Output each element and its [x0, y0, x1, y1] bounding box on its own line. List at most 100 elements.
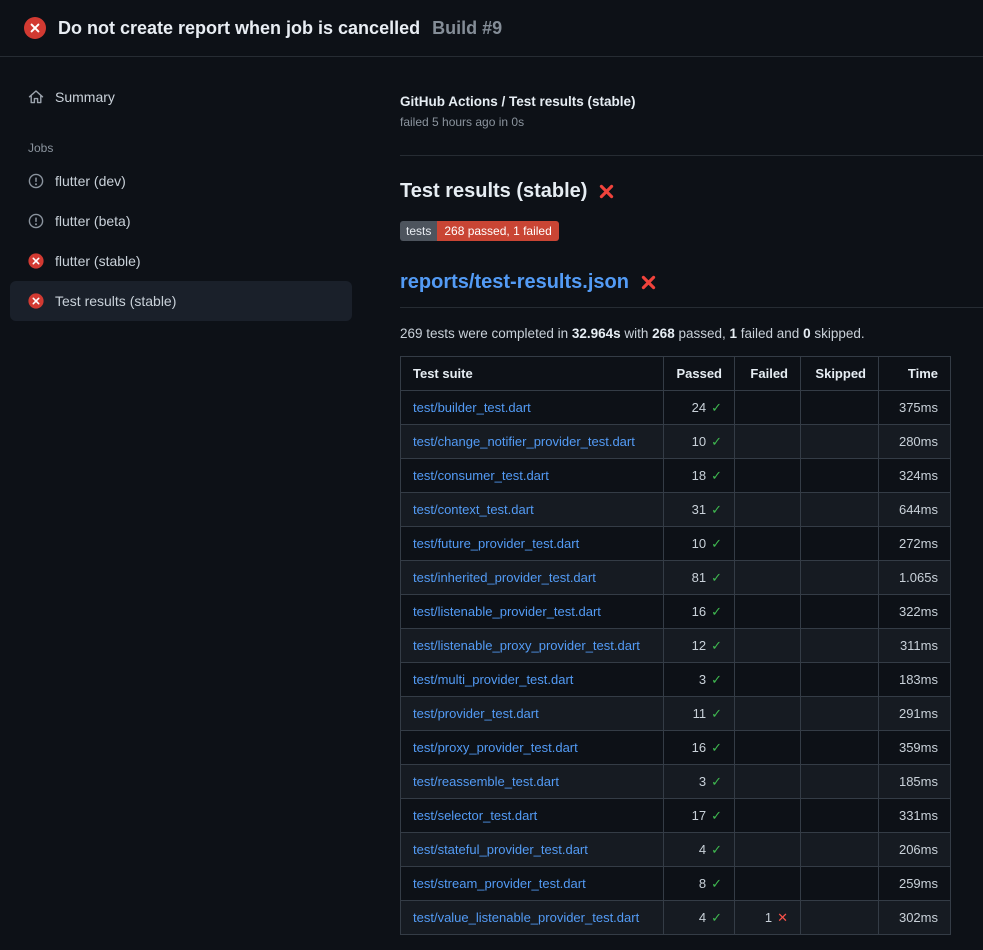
passed-count: 16 [692, 604, 706, 619]
col-header-passed: Passed [664, 357, 735, 391]
test-suite-link[interactable]: test/future_provider_test.dart [413, 536, 579, 551]
col-header-time: Time [879, 357, 951, 391]
test-suite-link[interactable]: test/stream_provider_test.dart [413, 876, 586, 891]
main-content: GitHub Actions / Test results (stable) f… [362, 57, 983, 935]
test-suite-link[interactable]: test/stateful_provider_test.dart [413, 842, 588, 857]
sidebar-job-item[interactable]: flutter (dev) [10, 161, 352, 201]
table-row: test/proxy_provider_test.dart 16✓ ✕ 359m… [401, 731, 951, 765]
sidebar-job-item[interactable]: Test results (stable) [10, 281, 352, 321]
summary-text: failed and [737, 326, 803, 341]
summary-skipped-count: 0 [803, 326, 811, 341]
passed-count: 31 [692, 502, 706, 517]
check-icon: ✓ [711, 468, 722, 483]
table-row: test/multi_provider_test.dart 3✓ ✕ 183ms [401, 663, 951, 697]
table-header-row: Test suite Passed Failed Skipped Time [401, 357, 951, 391]
time-value: 324ms [879, 459, 951, 493]
check-icon: ✓ [711, 740, 722, 755]
time-value: 331ms [879, 799, 951, 833]
test-suite-link[interactable]: test/reassemble_test.dart [413, 774, 559, 789]
sidebar-job-label: flutter (beta) [55, 211, 130, 231]
sidebar: Summary Jobs flutter (dev) [0, 57, 362, 321]
time-value: 322ms [879, 595, 951, 629]
time-value: 644ms [879, 493, 951, 527]
alert-circle-icon [28, 213, 44, 229]
check-icon: ✓ [711, 706, 722, 721]
test-suite-link[interactable]: test/selector_test.dart [413, 808, 537, 823]
test-suite-link[interactable]: test/value_listenable_provider_test.dart [413, 910, 639, 925]
check-icon: ✓ [711, 400, 722, 415]
check-icon: ✓ [711, 876, 722, 891]
time-value: 185ms [879, 765, 951, 799]
divider [400, 155, 983, 156]
breadcrumb: GitHub Actions / Test results (stable) [400, 94, 951, 109]
failed-count: 1 [765, 910, 772, 925]
badge-value: 268 passed, 1 failed [437, 221, 558, 241]
test-suite-link[interactable]: test/listenable_proxy_provider_test.dart [413, 638, 640, 653]
build-number: Build #9 [432, 18, 502, 39]
time-value: 280ms [879, 425, 951, 459]
check-icon: ✓ [711, 638, 722, 653]
results-table-body: test/builder_test.dart 24✓ ✕ 375ms test/… [401, 391, 951, 935]
passed-count: 81 [692, 570, 706, 585]
time-value: 311ms [879, 629, 951, 663]
summary-text: skipped. [811, 326, 865, 341]
test-suite-link[interactable]: test/builder_test.dart [413, 400, 531, 415]
table-row: test/value_listenable_provider_test.dart… [401, 901, 951, 935]
test-suite-link[interactable]: test/listenable_provider_test.dart [413, 604, 601, 619]
test-suite-link[interactable]: test/context_test.dart [413, 502, 534, 517]
table-row: test/context_test.dart 31✓ ✕ 644ms [401, 493, 951, 527]
test-suite-link[interactable]: test/provider_test.dart [413, 706, 539, 721]
tests-status-badge: tests 268 passed, 1 failed [400, 221, 559, 241]
table-row: test/stateful_provider_test.dart 4✓ ✕ 20… [401, 833, 951, 867]
time-value: 359ms [879, 731, 951, 765]
passed-count: 10 [692, 434, 706, 449]
sidebar-job-label: Test results (stable) [55, 291, 176, 311]
check-icon: ✓ [711, 434, 722, 449]
passed-count: 4 [699, 842, 706, 857]
sidebar-item-summary[interactable]: Summary [10, 77, 352, 117]
sidebar-job-label: flutter (dev) [55, 171, 126, 191]
time-value: 259ms [879, 867, 951, 901]
sidebar-job-item[interactable]: flutter (stable) [10, 241, 352, 281]
test-suite-link[interactable]: test/inherited_provider_test.dart [413, 570, 596, 585]
failed-x-icon [640, 274, 657, 291]
test-suite-link[interactable]: test/change_notifier_provider_test.dart [413, 434, 635, 449]
summary-text: with [621, 326, 653, 341]
test-suite-link[interactable]: test/multi_provider_test.dart [413, 672, 573, 687]
x-icon: ✕ [777, 910, 788, 925]
col-header-test-suite: Test suite [401, 357, 664, 391]
table-row: test/inherited_provider_test.dart 81✓ ✕ … [401, 561, 951, 595]
check-icon: ✓ [711, 672, 722, 687]
time-value: 272ms [879, 527, 951, 561]
time-value: 1.065s [879, 561, 951, 595]
passed-count: 12 [692, 638, 706, 653]
summary-failed-count: 1 [730, 326, 738, 341]
table-row: test/provider_test.dart 11✓ ✕ 291ms [401, 697, 951, 731]
table-row: test/reassemble_test.dart 3✓ ✕ 185ms [401, 765, 951, 799]
table-row: test/builder_test.dart 24✓ ✕ 375ms [401, 391, 951, 425]
test-suite-link[interactable]: test/consumer_test.dart [413, 468, 549, 483]
passed-count: 16 [692, 740, 706, 755]
summary-text: 269 tests were completed in [400, 326, 572, 341]
test-suite-link[interactable]: test/proxy_provider_test.dart [413, 740, 578, 755]
passed-count: 8 [699, 876, 706, 891]
home-icon [28, 89, 44, 105]
sidebar-job-item[interactable]: flutter (beta) [10, 201, 352, 241]
check-icon: ✓ [711, 842, 722, 857]
check-icon: ✓ [711, 604, 722, 619]
summary-duration: 32.964s [572, 326, 621, 341]
report-file-link[interactable]: reports/test-results.json [400, 271, 629, 294]
summary-passed-count: 268 [652, 326, 675, 341]
check-icon: ✓ [711, 774, 722, 789]
table-row: test/stream_provider_test.dart 8✓ ✕ 259m… [401, 867, 951, 901]
section-title: Test results (stable) [400, 180, 587, 203]
report-heading: reports/test-results.json [400, 271, 983, 308]
build-header: Do not create report when job is cancell… [0, 0, 983, 57]
passed-count: 11 [693, 706, 707, 721]
passed-count: 17 [692, 808, 706, 823]
table-row: test/listenable_proxy_provider_test.dart… [401, 629, 951, 663]
x-circle-icon [28, 253, 44, 269]
check-icon: ✓ [711, 808, 722, 823]
time-value: 302ms [879, 901, 951, 935]
table-row: test/consumer_test.dart 18✓ ✕ 324ms [401, 459, 951, 493]
